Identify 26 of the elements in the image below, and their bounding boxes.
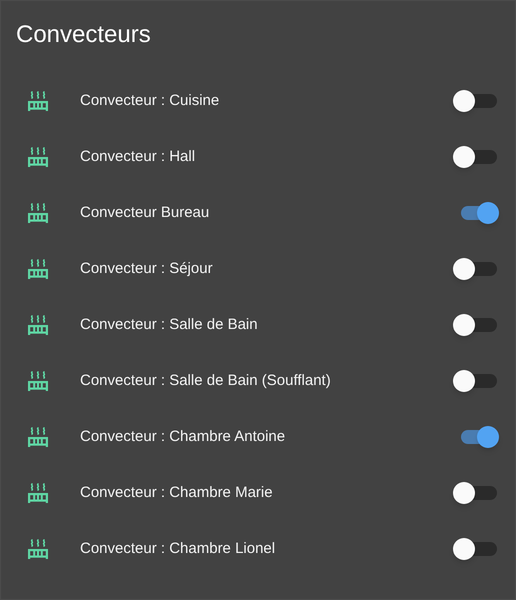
toggle-switch[interactable] xyxy=(453,146,499,168)
toggle-switch[interactable] xyxy=(453,538,499,560)
toggle-switch[interactable] xyxy=(453,482,499,504)
heater-label: Convecteur : Séjour xyxy=(80,258,214,279)
heater-icon xyxy=(27,258,49,280)
heater-label: Convecteur : Hall xyxy=(80,146,196,167)
heater-label: Convecteur Bureau xyxy=(80,202,210,223)
toggle-switch[interactable] xyxy=(453,370,499,392)
toggle-switch[interactable] xyxy=(453,258,499,280)
heater-icon xyxy=(27,90,49,112)
card-title: Convecteurs xyxy=(16,20,151,50)
heater-icon xyxy=(27,426,49,448)
heater-icon xyxy=(27,482,49,504)
toggle-switch[interactable] xyxy=(453,314,499,336)
heater-icon xyxy=(27,370,49,392)
heater-icon xyxy=(27,538,49,560)
heater-label: Convecteur : Chambre Lionel xyxy=(80,538,276,559)
heater-label: Convecteur : Chambre Antoine xyxy=(80,426,286,447)
heater-label: Convecteur : Chambre Marie xyxy=(80,482,274,503)
heater-label: Convecteur : Salle de Bain (Soufflant) xyxy=(80,370,332,391)
heater-icon xyxy=(27,314,49,336)
toggle-switch[interactable] xyxy=(453,90,499,112)
heater-label: Convecteur : Salle de Bain xyxy=(80,314,259,335)
heater-label: Convecteur : Cuisine xyxy=(80,90,220,111)
heater-icon xyxy=(27,146,49,168)
heater-icon xyxy=(27,202,49,224)
